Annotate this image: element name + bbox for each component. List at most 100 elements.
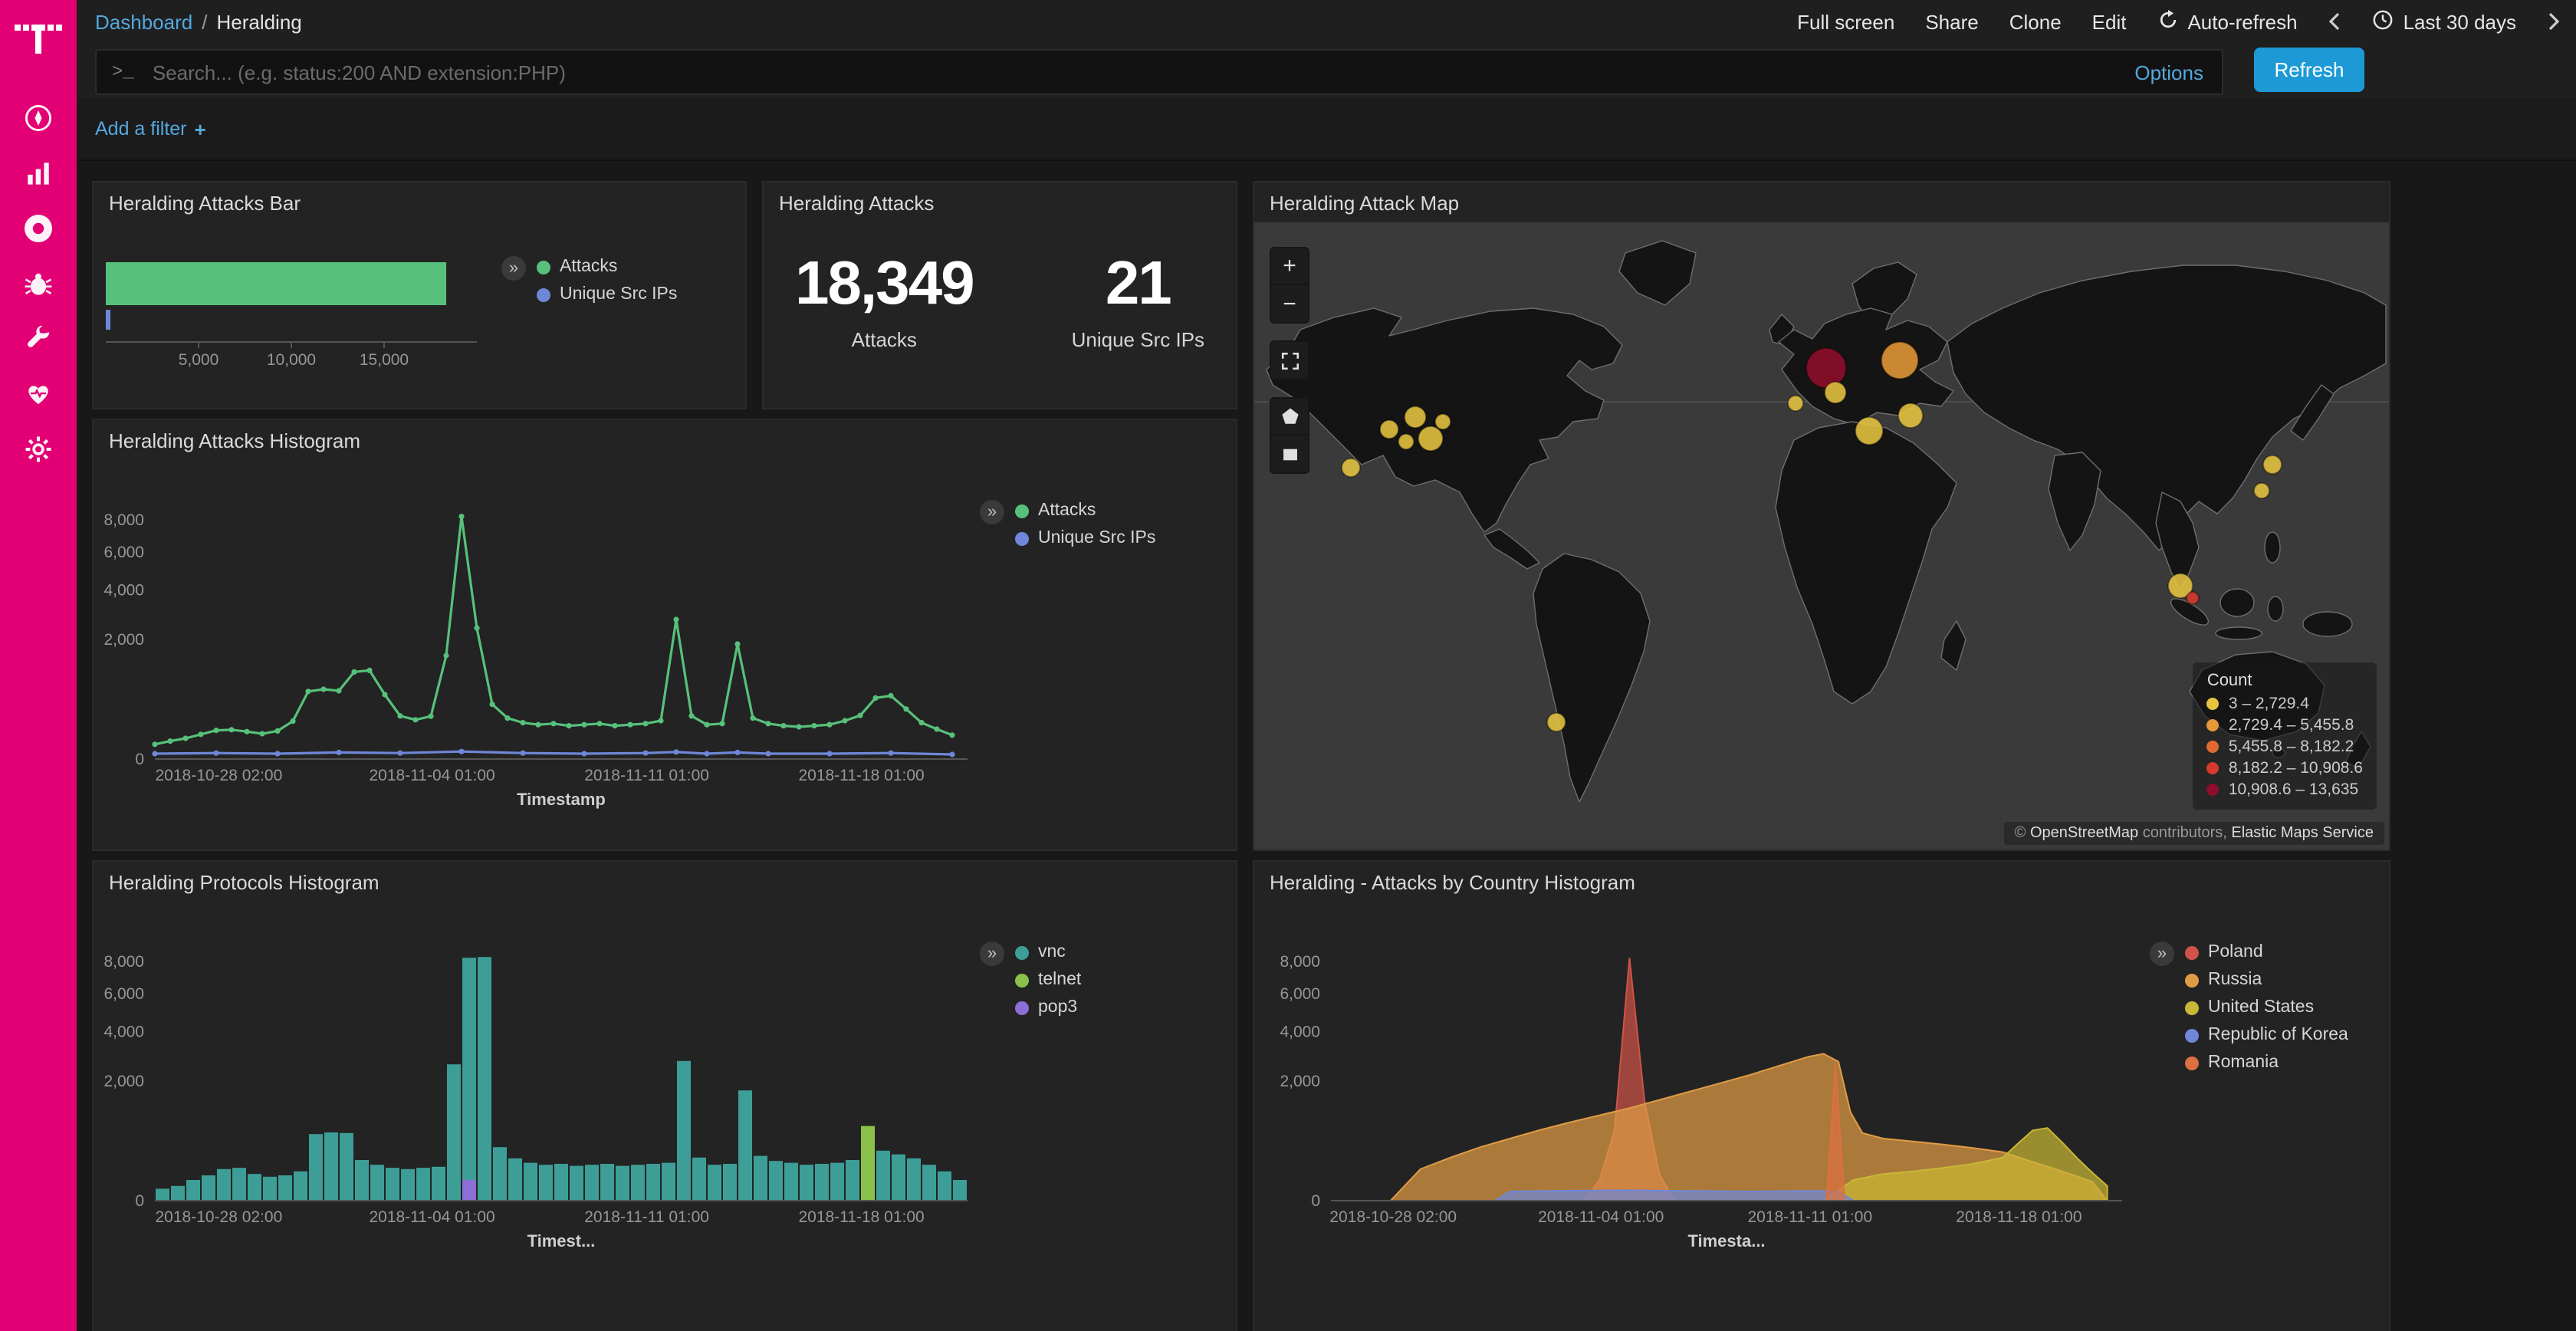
legend-item[interactable]: Republic of Korea	[2185, 1026, 2348, 1044]
auto-refresh-button[interactable]: Auto-refresh	[2157, 8, 2297, 35]
legend-label: 10,908.6 – 13,635	[2229, 781, 2358, 799]
legend-item[interactable]: Unique Src IPs	[1015, 529, 1155, 547]
legend-dot-icon	[2185, 1056, 2199, 1070]
legend-toggle-icon[interactable]: »	[501, 256, 526, 281]
map-zoom-in-button[interactable]: +	[1271, 248, 1308, 285]
svg-text:2,000: 2,000	[1280, 1073, 1320, 1090]
legend: vnc telnet pop3	[1015, 938, 1081, 1021]
legend-dot-icon	[1015, 531, 1029, 545]
legend-toggle-icon[interactable]: »	[2150, 942, 2174, 966]
sidebar-item-heralding-active[interactable]	[0, 204, 77, 259]
legend-item[interactable]: Romania	[2185, 1053, 2348, 1072]
options-link[interactable]: Options	[2134, 61, 2203, 84]
legend-dot-icon	[2185, 1001, 2199, 1014]
wrench-icon	[21, 321, 55, 363]
svg-text:6,000: 6,000	[104, 985, 144, 1003]
gear-icon	[21, 432, 55, 473]
svg-text:15,000: 15,000	[360, 351, 409, 369]
legend-dot-icon	[2207, 784, 2220, 796]
full-screen-button[interactable]: Full screen	[1797, 10, 1894, 33]
map-controls: + −	[1270, 247, 1309, 474]
svg-text:8,000: 8,000	[1280, 953, 1320, 971]
search-box: >_ Options	[95, 49, 2223, 95]
legend-label: vnc	[1038, 943, 1066, 961]
panel-title: Heralding Attack Map	[1270, 192, 1459, 215]
sidebar-item-dashboard[interactable]	[0, 94, 77, 149]
panel-heralding-attacks-by-country: Heralding - Attacks by Country Histogram…	[1253, 860, 2390, 1331]
svg-text:5,000: 5,000	[179, 351, 219, 369]
svg-text:8,000: 8,000	[104, 511, 144, 529]
panel-title: Heralding Attacks	[779, 192, 934, 215]
sidebar-item-settings[interactable]	[0, 425, 77, 480]
metric-attacks: 18,349 Attacks	[795, 253, 974, 351]
breadcrumb-dashboard-link[interactable]: Dashboard	[95, 10, 192, 33]
legend-item[interactable]: pop3	[1015, 998, 1081, 1017]
panel-heralding-attack-map: Heralding Attack Map	[1253, 181, 2390, 851]
map-zoom-out-button[interactable]: −	[1271, 285, 1308, 322]
legend-item[interactable]: telnet	[1015, 971, 1081, 989]
legend-item[interactable]: 8,182.2 – 10,908.6	[2207, 759, 2363, 777]
legend-item[interactable]: Unique Src IPs	[537, 285, 677, 304]
time-range-picker[interactable]: Last 30 days	[2373, 8, 2516, 35]
sidebar-item-tools[interactable]	[0, 314, 77, 370]
legend-item[interactable]: 10,908.6 – 13,635	[2207, 781, 2363, 799]
time-forward-chevron[interactable]	[2547, 11, 2561, 32]
legend-item[interactable]: vnc	[1015, 943, 1081, 961]
legend-item[interactable]: United States	[2185, 998, 2348, 1017]
time-back-chevron[interactable]	[2328, 11, 2342, 32]
elastic-maps-service-link[interactable]: Elastic Maps Service	[2231, 825, 2374, 842]
search-input[interactable]	[150, 59, 2135, 85]
legend-item[interactable]: 3 – 2,729.4	[2207, 695, 2363, 713]
panel-heralding-attacks-metric: Heralding Attacks 18,349 Attacks 21 Uniq…	[762, 181, 1237, 409]
svg-text:2018-11-18 01:00: 2018-11-18 01:00	[1956, 1208, 2082, 1226]
legend-item[interactable]: Attacks	[1015, 501, 1155, 520]
panel-title: Heralding - Attacks by Country Histogram	[1270, 871, 1635, 894]
legend-toggle-icon[interactable]: »	[980, 942, 1004, 966]
sidebar-item-honeypot[interactable]	[0, 259, 77, 314]
legend-label: Romania	[2208, 1053, 2279, 1072]
legend-dot-icon	[1015, 1001, 1029, 1014]
country-histogram-chart[interactable]: 02,0004,0006,0008,0002018-10-28 02:00201…	[1254, 862, 2389, 1331]
map-draw-rectangle-button[interactable]	[1271, 435, 1308, 472]
clone-button[interactable]: Clone	[2009, 10, 2062, 33]
kibana-heralding-dashboard: Dashboard / Heralding Full screen Share …	[0, 0, 2576, 1331]
svg-text:2018-10-28 02:00: 2018-10-28 02:00	[155, 767, 282, 784]
world-map-canvas[interactable]: + − Count	[1254, 222, 2389, 850]
share-button[interactable]: Share	[1925, 10, 1978, 33]
sidebar-item-visualize[interactable]	[0, 149, 77, 204]
protocols-histogram-chart[interactable]: 02,0004,0006,0008,0002018-10-28 02:00201…	[94, 862, 1236, 1331]
bug-icon	[21, 266, 55, 307]
compass-icon	[21, 100, 55, 142]
legend: Poland Russia United States Republic of Kor…	[2185, 938, 2348, 1076]
legend-label: Attacks	[1038, 501, 1096, 520]
sidebar-item-health[interactable]	[0, 370, 77, 425]
svg-text:2,000: 2,000	[104, 631, 144, 649]
add-filter-link[interactable]: Add a filter	[95, 118, 187, 140]
legend-label: pop3	[1038, 998, 1077, 1017]
attacks-histogram-chart[interactable]: 02,0004,0006,0008,0002018-10-28 02:00201…	[94, 420, 1236, 850]
legend-label: 3 – 2,729.4	[2229, 695, 2309, 713]
legend-item[interactable]: Poland	[2185, 943, 2348, 961]
legend-item[interactable]: 5,455.8 – 8,182.2	[2207, 738, 2363, 756]
svg-text:4,000: 4,000	[104, 1023, 144, 1040]
add-filter-plus-icon[interactable]: +	[195, 117, 206, 140]
panel-title: Heralding Attacks Histogram	[109, 429, 360, 452]
legend-label: United States	[2208, 998, 2314, 1017]
panel-title: Heralding Attacks Bar	[109, 192, 301, 215]
panel-heralding-attacks-bar: Heralding Attacks Bar 5,00010,00015,000 …	[92, 181, 747, 409]
legend-item[interactable]: 2,729.4 – 5,455.8	[2207, 716, 2363, 735]
edit-button[interactable]: Edit	[2092, 10, 2127, 33]
refresh-button[interactable]: Refresh	[2254, 48, 2364, 92]
map-fit-bounds-button[interactable]	[1271, 342, 1308, 379]
legend-item[interactable]: Russia	[2185, 971, 2348, 989]
legend-label: telnet	[1038, 971, 1081, 989]
svg-text:2018-11-04 01:00: 2018-11-04 01:00	[369, 767, 495, 784]
telekom-logo[interactable]	[14, 12, 63, 66]
legend-toggle-icon[interactable]: »	[980, 500, 1004, 524]
legend-item[interactable]: Attacks	[537, 258, 677, 276]
map-draw-polygon-button[interactable]	[1271, 399, 1308, 435]
map-legend-title: Count	[2207, 672, 2363, 690]
legend-label: 5,455.8 – 8,182.2	[2229, 738, 2354, 756]
openstreetmap-link[interactable]: OpenStreetMap	[2030, 825, 2138, 842]
breadcrumb: Dashboard / Heralding	[95, 10, 302, 33]
